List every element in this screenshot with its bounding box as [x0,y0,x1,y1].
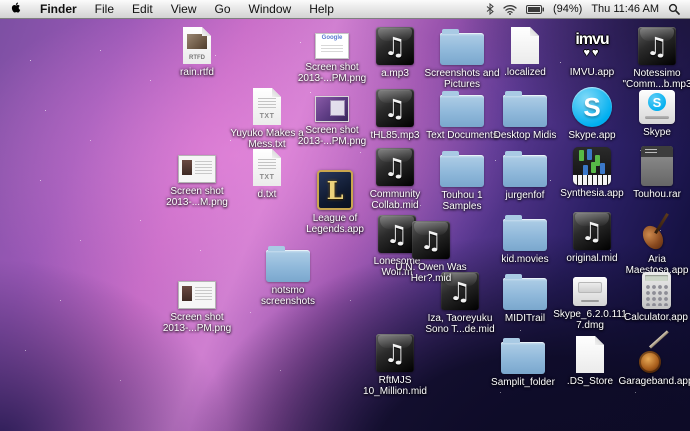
icon-label: RftMJS 10_Million.mid [363,375,427,397]
icon-label: Community Collab.mid [370,189,421,211]
png-desktop-icon [315,96,349,122]
menu-item-file[interactable]: File [86,0,123,18]
icon-label: rain.rtfd [180,67,214,78]
folder-icon [440,33,484,65]
spotlight-search-icon[interactable] [668,3,680,15]
desktop-icon-notsmo-screenshots[interactable]: notsmo screenshots [244,244,332,307]
icon-label: IMVU.app [570,67,614,78]
audio-icon [376,27,414,65]
icon-label: Garageband.app [618,376,690,387]
folder-icon [501,342,545,374]
folder-icon [503,155,547,187]
icon-label: .localized [504,67,546,78]
folder-icon [440,95,484,127]
battery-percent: (94%) [553,3,582,15]
rar-icon [641,146,673,186]
menu-item-window[interactable]: Window [240,0,301,18]
audio-icon [376,89,414,127]
desktop-icon-garageband-app[interactable]: Garageband.app [612,333,690,387]
wifi-icon[interactable] [503,4,517,15]
imvu-icon [568,26,616,64]
rtfd-icon [183,27,211,64]
audio-icon [412,221,450,259]
apple-menu[interactable] [0,0,31,18]
icon-label: Touhou.rar [633,189,681,200]
desktop-icon-screen-shot-2013-pm-png[interactable]: Screen shot 2013-...PM.png [153,274,241,334]
desktop-icon-rain-rtfd[interactable]: rain.rtfd [153,27,241,78]
folder-icon [266,250,310,282]
icon-label: original.mid [566,253,617,264]
battery-icon[interactable] [526,5,544,14]
icon-label: tHL85.mp3 [371,130,420,141]
icon-label: Screen shot 2013-...M.png [166,186,228,208]
synthesia-icon [573,147,611,185]
menu-item-view[interactable]: View [162,0,206,18]
desktop-icon-u-n-owen-was-her-mid[interactable]: U.N. Owen Was Her?.mid [387,221,475,284]
icon-label: notsmo screenshots [261,285,315,307]
icon-label: kid.movies [501,254,548,265]
icon-label: Calculator.app [624,312,688,323]
menu-items: FinderFileEditViewGoWindowHelp [31,0,343,18]
txt-icon [253,149,281,186]
icon-label: Skype.app [568,130,615,141]
icon-label: d.txt [258,189,277,200]
menu-bar-status: (94%) Thu 11:46 AM [486,3,690,15]
guitar-icon [637,333,675,373]
skype-icon [572,87,612,127]
blank-icon [511,27,539,64]
violin-icon [639,211,675,251]
blank-icon [576,336,604,373]
icon-label: .DS_Store [567,376,613,387]
league-icon [317,170,353,210]
audio-icon [573,212,611,250]
png-window-icon [178,281,216,309]
desktop-icon-skype[interactable]: Skype [613,88,690,138]
desktop-icon-touhou-rar[interactable]: Touhou.rar [613,146,690,200]
menu-item-finder[interactable]: Finder [31,0,86,18]
icon-label: U.N. Owen Was Her?.mid [395,262,466,284]
desktop-icon-aria-maestosa-app[interactable]: Aria Maestosa.app [613,211,690,276]
folder-icon [503,219,547,251]
folder-icon [503,95,547,127]
png-google-icon [315,33,349,59]
calculator-icon [642,272,671,309]
skype-dmg-icon [639,90,675,124]
icon-label: Skype [643,127,671,138]
menu-bar: FinderFileEditViewGoWindowHelp (94%) Thu… [0,0,690,19]
icon-label: jurgenfof [506,190,545,201]
menu-item-help[interactable]: Help [300,0,343,18]
folder-icon [503,278,547,310]
apple-icon [10,1,22,17]
menu-item-edit[interactable]: Edit [123,0,162,18]
icon-label: Desktop Midis [494,130,557,141]
bluetooth-icon[interactable] [486,3,494,15]
icon-label: MIDITrail [505,313,545,324]
icon-label: Screen shot 2013-...PM.png [163,312,231,334]
png-window-icon [178,155,216,183]
desktop-icon-notessimo-comm-b-mp3[interactable]: Notessimo "Comm...b.mp3 [613,27,690,90]
folder-icon [440,155,484,187]
dmg-icon [573,277,607,306]
desktop-icon-calculator-app[interactable]: Calculator.app [612,272,690,323]
menu-clock[interactable]: Thu 11:46 AM [591,3,659,15]
icon-label: Touhou 1 Samples [441,190,482,212]
menu-item-go[interactable]: Go [206,0,240,18]
audio-icon [376,148,414,186]
desktop-icon-rftmjs-10-million-mid[interactable]: RftMJS 10_Million.mid [351,334,439,397]
txt-icon [253,88,281,125]
desktop-screen: FinderFileEditViewGoWindowHelp (94%) Thu… [0,0,690,431]
icon-label: a.mp3 [381,68,409,79]
audio-icon [638,27,676,65]
audio-icon [376,334,414,372]
